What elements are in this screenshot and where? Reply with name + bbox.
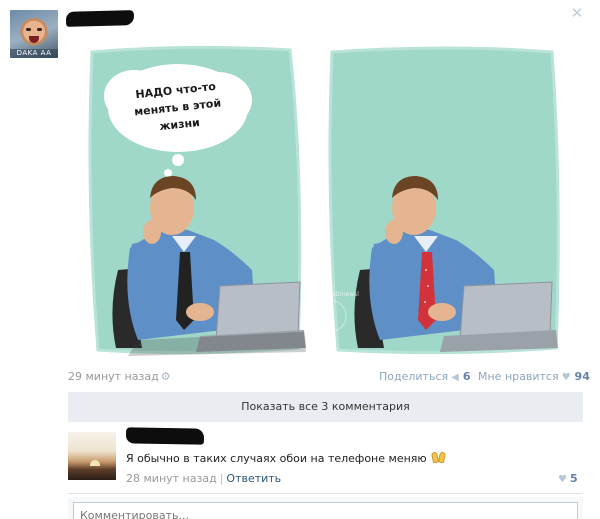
comment-time[interactable]: 28 минут назад bbox=[126, 472, 217, 485]
post-time-label[interactable]: 29 минут назад bbox=[68, 370, 159, 383]
heart-icon: ♥ bbox=[561, 372, 571, 383]
redacted-author-name bbox=[65, 10, 135, 27]
comment-input[interactable] bbox=[73, 502, 578, 519]
post-image[interactable]: НАДО что-то менять в этой жизни vk.com/p… bbox=[68, 30, 583, 363]
show-all-comments-button[interactable]: Показать все 3 комментария bbox=[68, 392, 583, 422]
comic-illustration: НАДО что-то менять в этой жизни vk.com/p… bbox=[88, 45, 560, 356]
share-button[interactable]: Поделиться ◀ 6 bbox=[379, 369, 470, 385]
post-timestamp[interactable]: 29 минут назад ⚙ bbox=[68, 369, 171, 385]
author-avatar[interactable]: DAKA AA bbox=[10, 10, 58, 58]
close-icon[interactable]: ✕ bbox=[569, 5, 585, 21]
like-button[interactable]: Мне нравится ♥ 94 bbox=[478, 369, 590, 385]
avatar-caption: DAKA AA bbox=[10, 49, 58, 58]
raised-hands-icon bbox=[430, 451, 447, 464]
redacted-commenter-name bbox=[125, 427, 205, 445]
avatar-eye bbox=[26, 28, 31, 31]
heart-icon: ♥ bbox=[558, 474, 567, 485]
comic-panel-right bbox=[328, 46, 560, 355]
megaphone-icon: ◀ bbox=[451, 372, 459, 383]
avatar-eye bbox=[37, 28, 42, 31]
gear-icon[interactable]: ⚙ bbox=[161, 369, 171, 385]
comment-like-button[interactable]: ♥ 5 bbox=[558, 472, 578, 487]
wall-post: DAKA AA ✕ НАДО что-то менять в этой жизн… bbox=[0, 0, 600, 519]
share-label: Поделиться bbox=[379, 370, 449, 383]
commenter-avatar[interactable] bbox=[68, 432, 116, 480]
avatar-sun bbox=[90, 460, 100, 466]
like-label: Мне нравится bbox=[478, 370, 559, 383]
reply-link[interactable]: Ответить bbox=[226, 472, 281, 485]
comment-body: Я обычно в таких случаях обои на телефон… bbox=[126, 452, 427, 465]
comment-separator: | bbox=[219, 472, 224, 485]
comment-meta: 28 минут назад | Ответить bbox=[126, 472, 281, 486]
divider bbox=[68, 493, 583, 494]
image-watermark: vk.com/postirnewsl bbox=[301, 291, 359, 298]
comment-text: Я обычно в таких случаях обои на телефон… bbox=[126, 451, 447, 466]
avatar-mouth bbox=[29, 36, 39, 43]
like-count: 94 bbox=[574, 370, 590, 383]
comment-like-count: 5 bbox=[569, 472, 578, 485]
share-count: 6 bbox=[462, 370, 471, 383]
comic-panel-left: НАДО что-то менять в этой жизни bbox=[88, 45, 306, 356]
